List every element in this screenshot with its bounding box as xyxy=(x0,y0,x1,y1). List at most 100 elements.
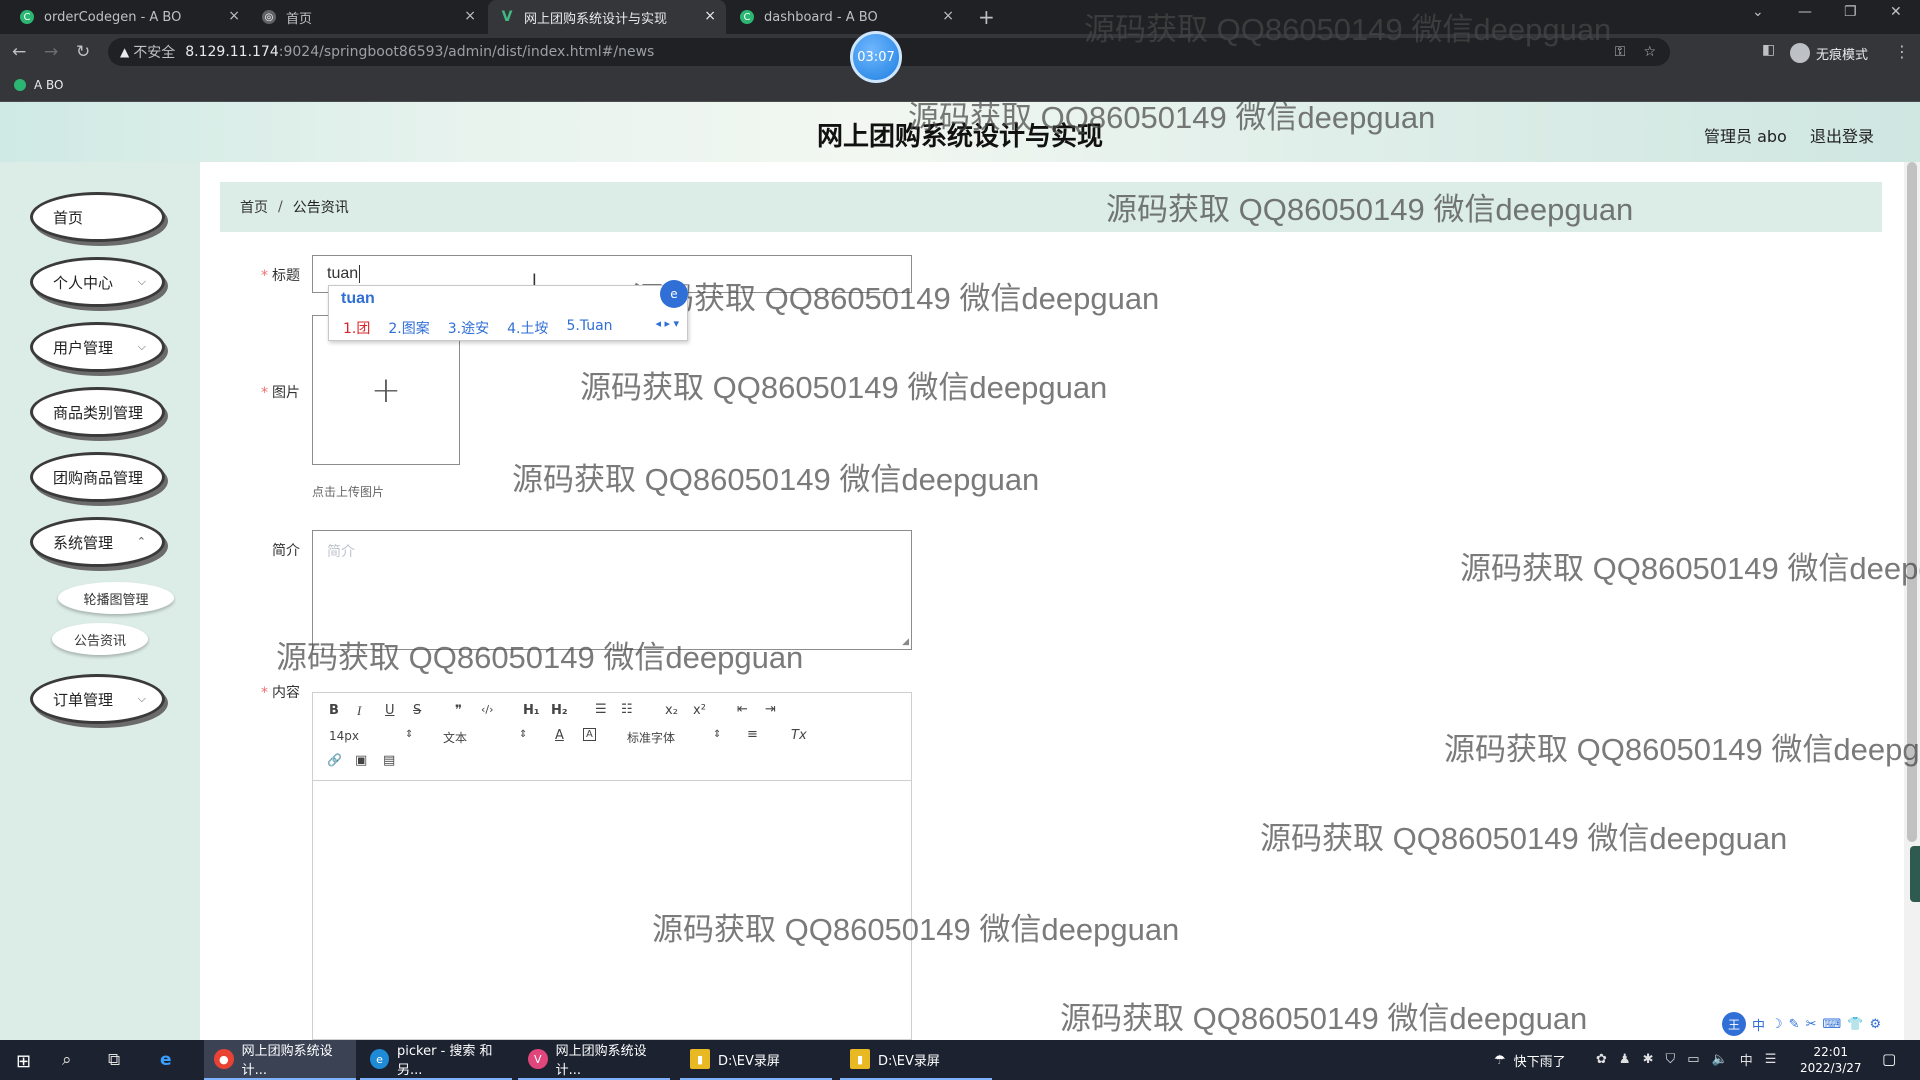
ime-candidate[interactable]: 5.Tuan xyxy=(566,318,612,338)
image-icon[interactable]: ▣ xyxy=(355,753,367,768)
ime-settings-icon[interactable]: ⚙ xyxy=(1869,1017,1881,1032)
required-mark: * xyxy=(261,685,268,701)
restore-icon[interactable]: ❐ xyxy=(1844,4,1857,20)
close-tab-icon[interactable]: × xyxy=(942,8,954,24)
taskbar-app-chrome[interactable]: ● 网上团购系统设计... xyxy=(204,1040,356,1080)
security-shield-icon[interactable]: ⛉ xyxy=(1665,1052,1675,1067)
close-window-icon[interactable]: ✕ xyxy=(1890,4,1902,20)
font-family-select[interactable]: 标准字体 ⇕ xyxy=(627,729,723,746)
background-color-icon[interactable]: A xyxy=(583,728,596,741)
minimize-icon[interactable]: — xyxy=(1798,4,1812,20)
network-icon[interactable]: ▭ xyxy=(1687,1052,1699,1067)
ime-keyboard-icon[interactable]: ⌨ xyxy=(1822,1017,1841,1032)
quote-icon[interactable]: ❞ xyxy=(455,703,462,718)
sidebar-item-groupbuy-products[interactable]: 团购商品管理 xyxy=(30,452,165,502)
more-menu-icon[interactable]: ⋮ xyxy=(1894,42,1910,61)
font-size-select[interactable]: 14px ⇕ xyxy=(329,729,415,743)
bullet-list-icon[interactable]: ☷ xyxy=(621,702,633,717)
clock[interactable]: 22:01 2022/3/27 xyxy=(1800,1044,1862,1076)
browser-tab-dashboard[interactable]: C dashboard - A BO × xyxy=(728,0,964,34)
search-icon[interactable]: ⌕ xyxy=(62,1050,72,1070)
font-color-icon[interactable]: A xyxy=(555,728,564,743)
app-tray-icon[interactable]: ✱ xyxy=(1643,1052,1654,1067)
ime-candidate[interactable]: 3.途安 xyxy=(448,318,489,338)
video-icon[interactable]: ▤ xyxy=(383,753,395,768)
windows-start-icon[interactable]: ⊞ xyxy=(16,1051,31,1072)
incognito-indicator[interactable]: 无痕模式 xyxy=(1790,43,1868,63)
heading-2-button[interactable]: H₂ xyxy=(551,703,568,718)
taskbar-app-explorer-2[interactable]: ▮ D:\EV录屏 xyxy=(840,1040,992,1080)
italic-button[interactable]: I xyxy=(357,703,361,719)
resize-handle-icon[interactable]: ◢ xyxy=(902,637,909,647)
logout-button[interactable]: 退出登录 xyxy=(1810,123,1874,147)
reload-icon[interactable]: ↻ xyxy=(76,42,90,62)
outdent-icon[interactable]: ⇤ xyxy=(737,702,748,717)
side-drawer-handle[interactable] xyxy=(1910,846,1920,902)
bold-button[interactable]: B xyxy=(329,703,339,718)
browser-tab-ordercodegen[interactable]: C orderCodegen - A BO × xyxy=(8,0,250,34)
superscript-button[interactable]: x² xyxy=(693,703,706,718)
strike-button[interactable]: S xyxy=(413,703,421,718)
ime-indicator[interactable]: 中 xyxy=(1740,1050,1753,1069)
sidebar-item-category-management[interactable]: 商品类别管理 xyxy=(30,387,165,437)
ime-candidate[interactable]: 1.团 xyxy=(343,318,370,338)
clean-format-icon[interactable]: Tx xyxy=(791,728,807,743)
forward-arrow-icon[interactable]: → xyxy=(44,42,58,62)
close-tab-icon[interactable]: × xyxy=(228,8,240,24)
ime-status-bar[interactable]: 王 中 ☽ ✎ ✂ ⌨ 👕 ⚙ xyxy=(1722,1011,1881,1037)
ime-tray-icon[interactable]: ☰ xyxy=(1765,1052,1777,1067)
code-icon[interactable]: ‹/› xyxy=(481,703,494,716)
weather-widget[interactable]: ☂ 快下雨了 xyxy=(1494,1051,1566,1070)
indent-icon[interactable]: ⇥ xyxy=(765,702,776,717)
qq-icon[interactable]: ♟ xyxy=(1619,1052,1631,1067)
link-icon[interactable]: 🔗 xyxy=(327,753,342,767)
browser-tab-home[interactable]: ◎ 首页 × xyxy=(250,0,486,34)
taskbar-app-explorer[interactable]: ▮ D:\EV录屏 xyxy=(680,1040,832,1080)
browser-tab-active[interactable]: V 网上团购系统设计与实现 × xyxy=(488,0,726,34)
bookmark-item[interactable]: A BO xyxy=(14,78,64,92)
task-view-icon[interactable]: ⧉ xyxy=(108,1050,120,1070)
text-type-select[interactable]: 文本 ⇕ xyxy=(443,729,529,746)
notification-icon[interactable]: ▢ xyxy=(1882,1050,1896,1068)
ie-browser-icon[interactable]: e xyxy=(160,1050,172,1070)
tab-search-icon[interactable]: ⌄ xyxy=(1752,4,1764,20)
heading-1-button[interactable]: H₁ xyxy=(523,703,540,718)
volume-icon[interactable]: 🔈 xyxy=(1712,1052,1728,1067)
ime-candidate[interactable]: 4.土垵 xyxy=(507,318,548,338)
text-caret xyxy=(359,265,361,283)
taskbar-app-edge[interactable]: e picker - 搜索 和另... xyxy=(360,1040,512,1080)
sidebar-item-home[interactable]: 首页 xyxy=(30,192,165,242)
intro-label: 简介 xyxy=(220,540,300,560)
sidebar-item-user-management[interactable]: 用户管理 ⌵ xyxy=(30,322,165,372)
sidebar: 首页 个人中心 ⌵ 用户管理 ⌵ 商品类别管理 团购商品管理 系统管理 ⌃ 轮播… xyxy=(0,162,200,1040)
close-tab-icon[interactable]: × xyxy=(704,8,716,24)
underline-button[interactable]: U xyxy=(385,703,395,718)
sidebar-item-system-management[interactable]: 系统管理 ⌃ xyxy=(30,517,165,567)
ordered-list-icon[interactable]: ☰ xyxy=(595,702,607,717)
key-icon[interactable]: ⚿ xyxy=(1615,44,1626,60)
ime-pager-icon[interactable]: ◂ ▸ ▾ xyxy=(655,317,679,330)
ime-mode-icon[interactable]: 中 xyxy=(1752,1015,1765,1034)
new-tab-button[interactable]: + xyxy=(978,5,995,29)
recording-timer[interactable]: 03:07 xyxy=(850,31,902,83)
back-arrow-icon[interactable]: ← xyxy=(12,42,26,62)
wechat-icon[interactable]: ✿ xyxy=(1596,1052,1607,1067)
align-icon[interactable]: ≡ xyxy=(747,727,758,742)
ime-candidate[interactable]: 2.图案 xyxy=(388,318,429,338)
ime-pen-icon[interactable]: ✎ xyxy=(1789,1017,1800,1032)
upload-tip: 点击上传图片 xyxy=(312,485,385,499)
sidebar-item-order-management[interactable]: 订单管理 ⌵ xyxy=(30,674,165,724)
breadcrumb-home[interactable]: 首页 xyxy=(240,197,268,217)
taskbar-app-vscode[interactable]: V 网上团购系统设计... xyxy=(518,1040,670,1080)
close-tab-icon[interactable]: × xyxy=(464,8,476,24)
subscript-button[interactable]: x₂ xyxy=(665,703,678,718)
page-scrollbar[interactable] xyxy=(1904,162,1920,1040)
sidebar-subitem-carousel[interactable]: 轮播图管理 xyxy=(58,582,174,614)
ime-skin-icon[interactable]: 👕 xyxy=(1847,1017,1863,1032)
bookmark-star-icon[interactable]: ☆ xyxy=(1643,44,1656,60)
sidebar-item-personal-center[interactable]: 个人中心 ⌵ xyxy=(30,257,165,307)
sidebar-subitem-news[interactable]: 公告资讯 xyxy=(52,623,148,655)
ime-scissors-icon[interactable]: ✂ xyxy=(1806,1017,1817,1032)
side-panel-icon[interactable]: ◧ xyxy=(1762,42,1775,58)
ime-moon-icon[interactable]: ☽ xyxy=(1771,1017,1783,1032)
